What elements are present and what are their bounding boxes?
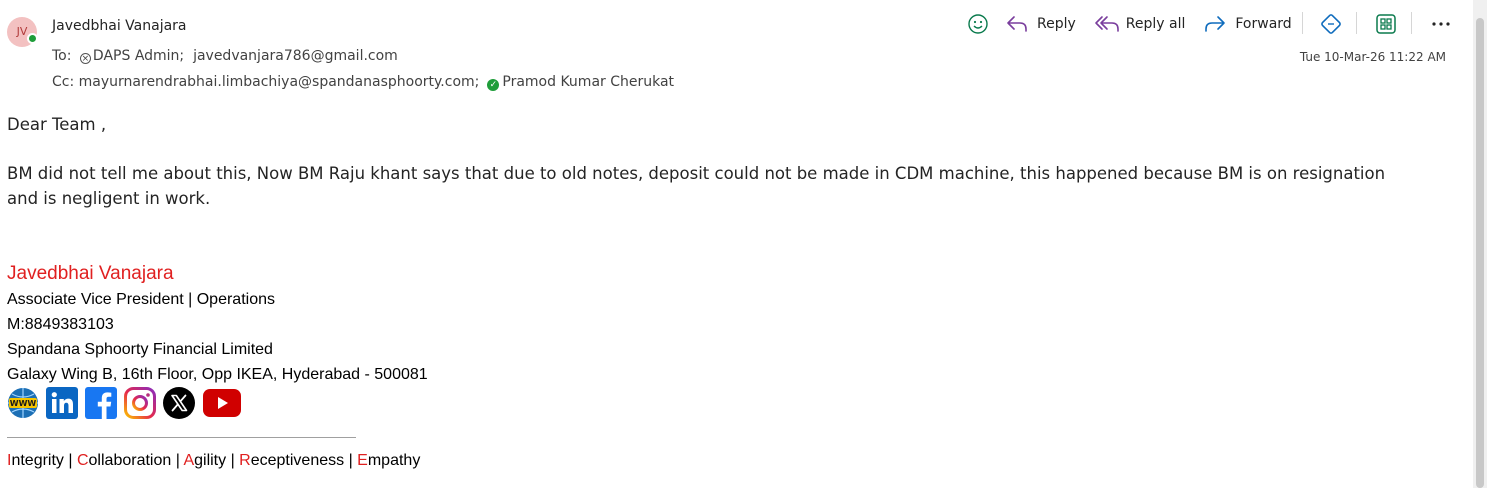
signature-divider bbox=[7, 437, 356, 438]
greeting: Dear Team , bbox=[7, 115, 107, 134]
reply-icon bbox=[1007, 16, 1027, 32]
facebook-icon[interactable] bbox=[85, 387, 117, 419]
social-links: WWW bbox=[7, 387, 242, 419]
value-integrity-rest: ntegrity bbox=[11, 452, 64, 469]
sender-name[interactable]: Javedbhai Vanajara bbox=[52, 18, 187, 34]
reply-label: Reply bbox=[1037, 16, 1076, 32]
emoji-button[interactable] bbox=[967, 13, 991, 35]
apps-grid-icon bbox=[1376, 14, 1396, 34]
value-separator: | bbox=[63, 452, 77, 469]
signature-company: Spandana Sphoorty Financial Limited bbox=[7, 341, 273, 358]
value-empathy-rest: mpathy bbox=[367, 452, 421, 469]
reply-all-label: Reply all bbox=[1125, 16, 1186, 32]
value-collaboration-initial: C bbox=[76, 452, 89, 469]
value-receptiveness-rest: eceptiveness bbox=[250, 452, 345, 469]
value-receptiveness-initial: R bbox=[239, 452, 251, 469]
emoji-icon bbox=[968, 14, 988, 34]
signature-address: Galaxy Wing B, 16th Floor, Opp IKEA, Hyd… bbox=[7, 366, 428, 383]
www-icon[interactable]: WWW bbox=[7, 387, 39, 419]
signature-mobile: M:8849383103 bbox=[7, 316, 114, 333]
cc-line: Cc: mayurnarendrabhai.limbachiya@spandan… bbox=[52, 74, 674, 91]
loop-icon bbox=[1321, 14, 1341, 34]
more-horizontal-icon bbox=[1432, 22, 1450, 26]
recipient-gmail[interactable]: javedvanjara786@gmail.com bbox=[193, 48, 398, 64]
forward-button[interactable]: Forward bbox=[1203, 14, 1292, 34]
toolbar-divider-3 bbox=[1411, 12, 1412, 34]
value-agility-initial: A bbox=[183, 452, 195, 469]
signature-title: Associate Vice President | Operations bbox=[7, 291, 275, 308]
loop-button[interactable] bbox=[1319, 12, 1343, 36]
message-paragraph-line-1: BM did not tell me about this, Now BM Ra… bbox=[7, 164, 1386, 183]
value-collaboration-rest: ollaboration bbox=[88, 452, 172, 469]
to-line: To: × DAPS Admin; javedvanjara786@gmail.c… bbox=[52, 48, 398, 64]
message-toolbar: Reply Reply all Forward bbox=[967, 10, 1292, 38]
message-paragraph-line-2: and is negligent in work. bbox=[7, 189, 211, 208]
reply-button[interactable]: Reply bbox=[1005, 14, 1076, 34]
message-timestamp: Tue 10-Mar-26 11:22 AM bbox=[1299, 50, 1446, 64]
value-separator: | bbox=[226, 452, 240, 469]
svg-text:WWW: WWW bbox=[10, 399, 37, 408]
linkedin-icon[interactable] bbox=[46, 387, 78, 419]
reply-all-button[interactable]: Reply all bbox=[1094, 14, 1186, 34]
x-twitter-icon[interactable] bbox=[163, 387, 195, 419]
value-separator: | bbox=[171, 452, 184, 469]
to-label: To: bbox=[52, 48, 72, 64]
recipient-unavailable-icon: × bbox=[79, 53, 91, 64]
scrollbar-thumb[interactable] bbox=[1476, 18, 1484, 488]
more-actions-button[interactable] bbox=[1430, 12, 1452, 36]
value-empathy-initial: E bbox=[357, 452, 368, 469]
signature-name: Javedbhai Vanajara bbox=[7, 263, 174, 284]
forward-label: Forward bbox=[1235, 16, 1292, 32]
instagram-icon[interactable] bbox=[124, 387, 156, 419]
value-agility-rest: gility bbox=[194, 452, 227, 469]
company-values: Integrity | Collaboration | Agility | Re… bbox=[7, 452, 420, 470]
youtube-icon[interactable] bbox=[202, 388, 242, 418]
cc-label: Cc: bbox=[52, 74, 75, 90]
recipient-available-icon: ✓ bbox=[487, 79, 500, 91]
apps-button[interactable] bbox=[1374, 12, 1398, 36]
presence-available-icon bbox=[27, 33, 38, 44]
recipient-daps-admin[interactable]: DAPS Admin; bbox=[93, 48, 184, 64]
toolbar-divider bbox=[1302, 12, 1303, 34]
value-separator: | bbox=[344, 452, 358, 469]
toolbar-divider-2 bbox=[1356, 12, 1357, 34]
recipient-cc-pramod[interactable]: Pramod Kumar Cherukat bbox=[502, 74, 674, 90]
recipient-cc-mayur[interactable]: mayurnarendrabhai.limbachiya@spandanasph… bbox=[79, 74, 480, 90]
reply-all-icon bbox=[1094, 16, 1119, 32]
forward-icon bbox=[1205, 16, 1226, 32]
